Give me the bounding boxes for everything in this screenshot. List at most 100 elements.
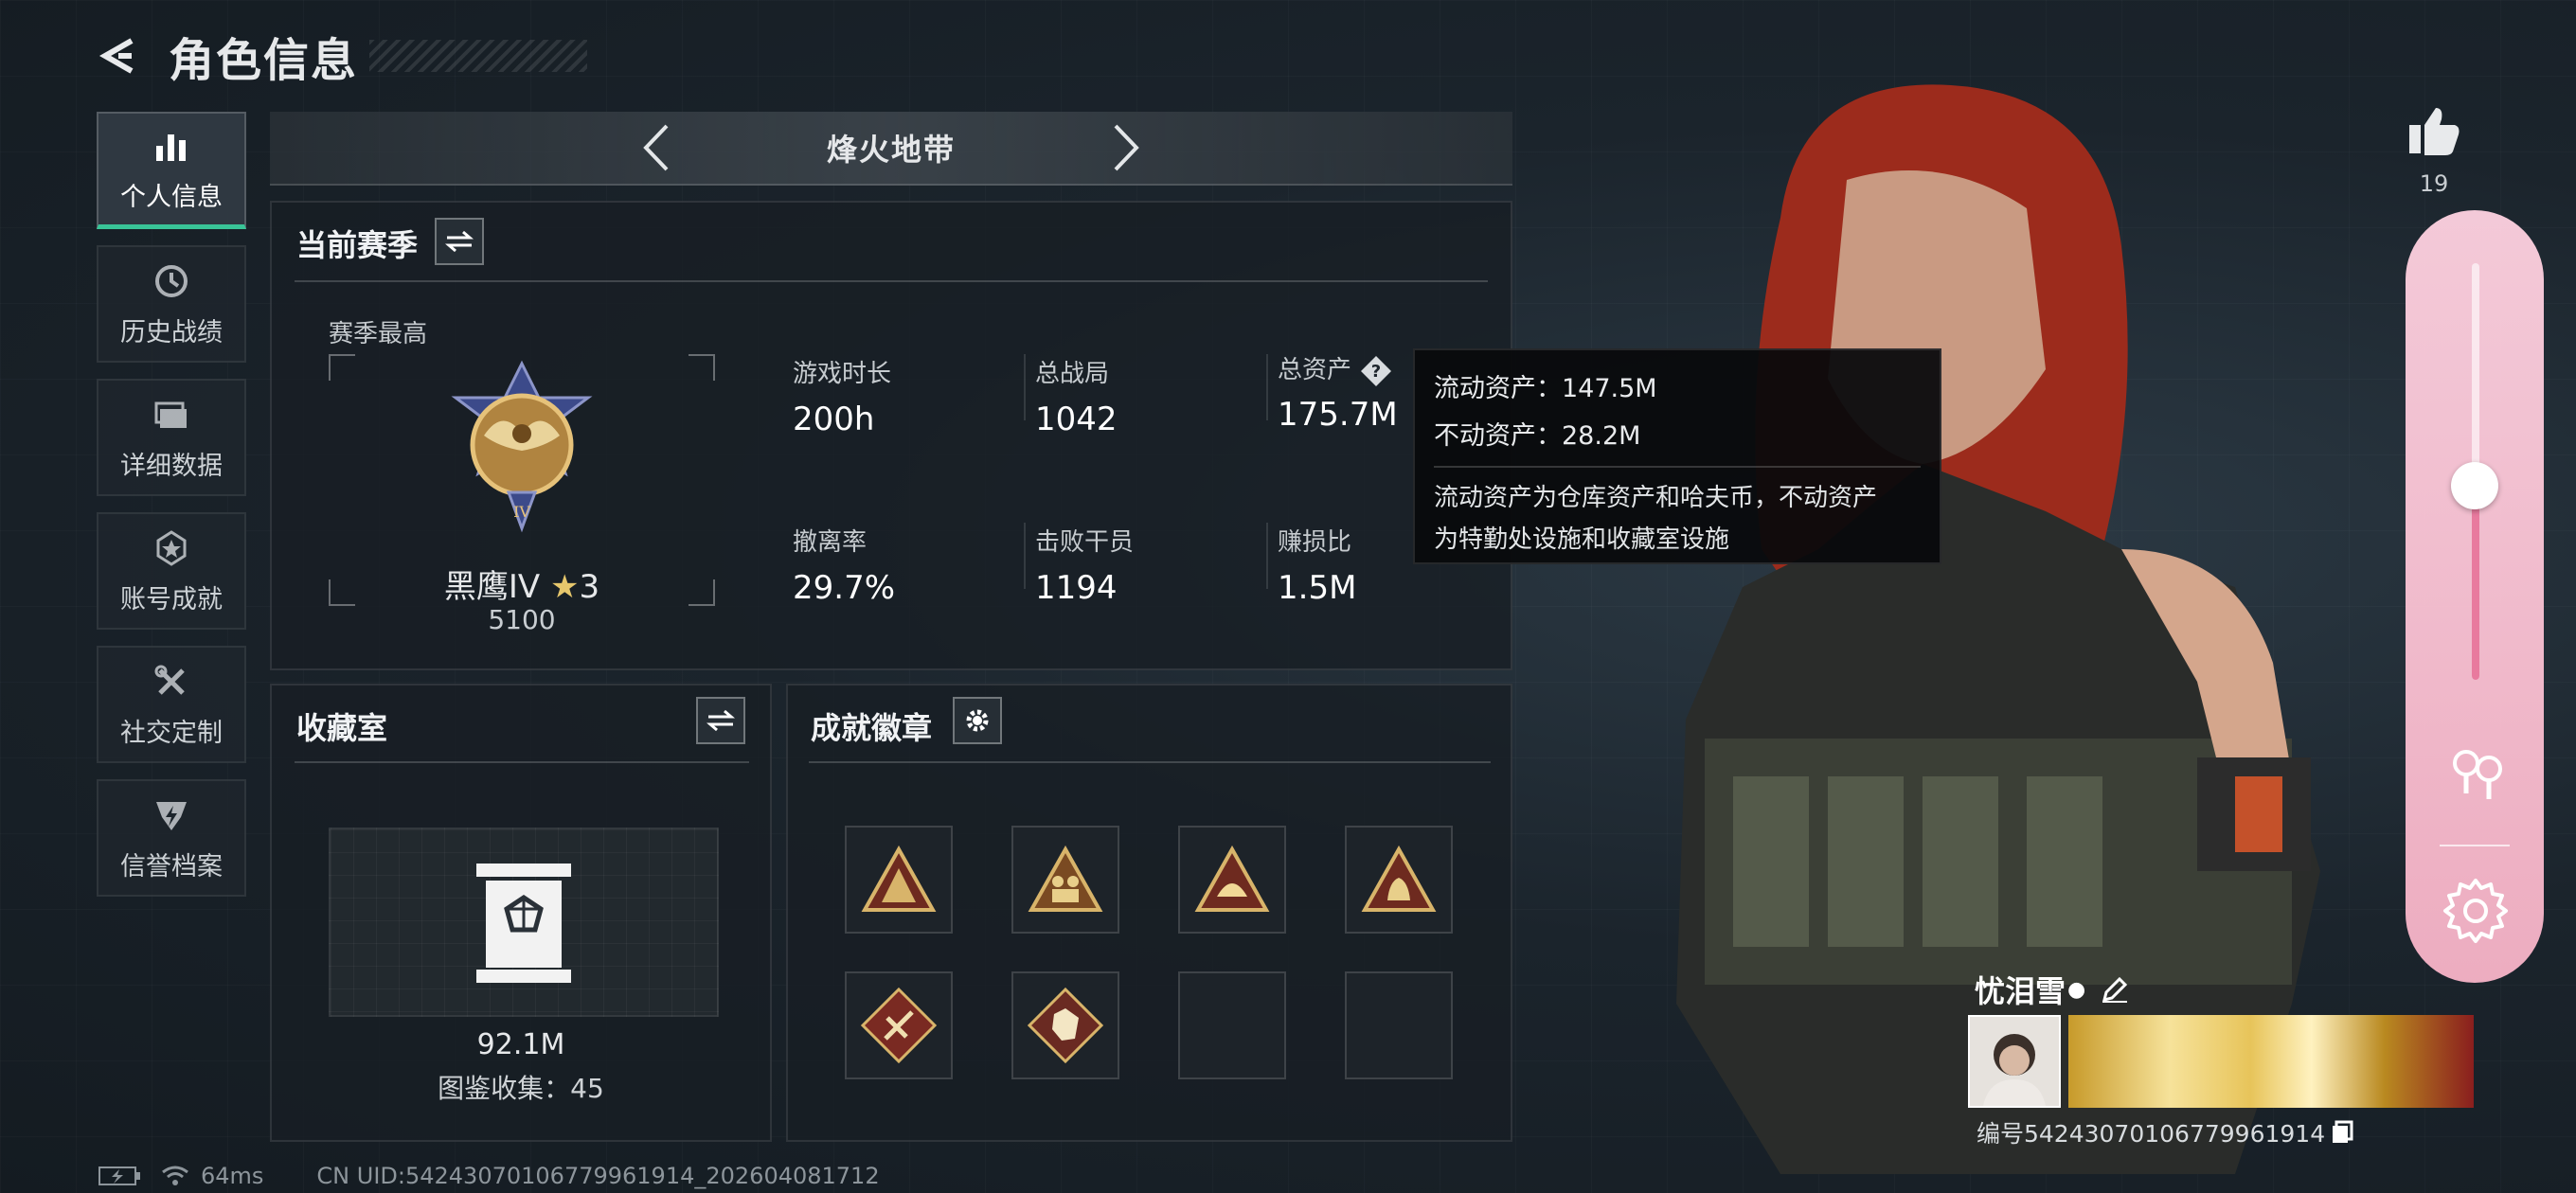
earbuds-icon[interactable] — [2443, 740, 2510, 807]
stat-kills: 击败干员 1194 — [1035, 523, 1134, 607]
swap-icon — [445, 230, 474, 253]
achievement-icon — [151, 527, 192, 569]
stat-label: 撤离率 — [793, 528, 868, 557]
rank-display: IV 黑鹰IV ★3 5100 — [329, 354, 715, 635]
svg-text:?: ? — [1371, 362, 1381, 382]
badge-beast-icon — [1027, 987, 1104, 1064]
frame-corner — [329, 354, 355, 381]
player-id: 编号54243070106779961914 — [1977, 1115, 2353, 1149]
stat-divider — [1024, 354, 1026, 420]
chevron-right-icon[interactable] — [1098, 119, 1154, 176]
stat-value: 200h — [793, 401, 875, 438]
copy-icon[interactable] — [2331, 1120, 2353, 1145]
badge-slot-empty[interactable] — [1178, 971, 1286, 1079]
settings-gear-icon[interactable] — [2442, 877, 2510, 945]
stat-divider — [1024, 523, 1026, 589]
status-bar: 64ms CN UID:54243070106779961914_2026040… — [98, 1163, 880, 1189]
collection-panel[interactable]: 收藏室 92.1M 图鉴收集：45 — [270, 684, 772, 1142]
badge-helmet-icon — [1194, 846, 1270, 912]
stat-extraction-rate: 撤离率 29.7% — [793, 523, 895, 607]
liquid-assets: 流动资产：147.5M — [1434, 374, 1657, 403]
collection-display — [329, 828, 719, 1017]
badge-weapon-icon — [860, 987, 938, 1064]
tooltip-divider — [1434, 466, 1921, 468]
folder-icon — [151, 394, 192, 436]
stat-label: 总战局 — [1035, 360, 1110, 388]
back-arrow-icon[interactable] — [95, 32, 142, 80]
divider — [295, 761, 749, 763]
thumbs-up-icon — [2409, 108, 2460, 155]
edit-pencil-icon[interactable] — [2101, 975, 2129, 1004]
star-icon: ★ — [549, 568, 580, 606]
zoom-slider-knob[interactable] — [2451, 462, 2498, 509]
swap-icon — [707, 709, 735, 732]
rank-score: 5100 — [488, 604, 556, 635]
swap-collection-button[interactable] — [696, 697, 745, 744]
bar-chart-icon — [151, 125, 192, 167]
nav-item-credit[interactable]: 信誉档案 — [97, 779, 246, 897]
rank-name: 黑鹰IV ★3 — [329, 561, 715, 607]
avatar[interactable] — [1968, 1015, 2061, 1108]
camera-control-panel — [2406, 210, 2544, 983]
mode-title: 烽火地带 — [826, 132, 956, 168]
side-nav: 个人信息 历史战绩 详细数据 账号成就 社交定制 信誉档案 — [97, 112, 250, 913]
svg-text:IV: IV — [513, 503, 530, 521]
help-icon[interactable]: ? — [1359, 354, 1393, 388]
stat-label: 游戏时长 — [793, 360, 892, 388]
nav-label: 个人信息 — [120, 183, 223, 212]
nav-item-achievements[interactable]: 账号成就 — [97, 512, 246, 630]
stat-label: 总资产 — [1278, 356, 1352, 384]
badge-slot[interactable] — [1178, 826, 1286, 934]
page-header: 角色信息 — [95, 23, 588, 89]
divider — [295, 280, 1488, 282]
badge-slot[interactable] — [1011, 971, 1119, 1079]
stat-value: 29.7% — [793, 569, 896, 607]
nav-item-detail-data[interactable]: 详细数据 — [97, 379, 246, 496]
status-dot-icon: ● — [2067, 977, 2086, 1002]
badge-soldiers-icon — [1028, 846, 1103, 912]
nav-label: 历史战绩 — [120, 317, 223, 347]
panel-divider — [2440, 845, 2510, 846]
season-best-label: 赛季最高 — [329, 320, 428, 348]
header-decoration — [369, 40, 588, 72]
badge-panel: 成就徽章 — [786, 684, 1512, 1142]
tooltip-note: 为特勤处设施和收藏室设施 — [1434, 525, 1730, 554]
nav-item-history[interactable]: 历史战绩 — [97, 245, 246, 363]
history-icon — [151, 260, 192, 302]
like-block[interactable]: 19 — [2396, 104, 2472, 197]
swap-season-button[interactable] — [435, 218, 484, 265]
player-id-text: 编号54243070106779961914 — [1977, 1120, 2326, 1148]
stat-total-matches: 总战局 1042 — [1035, 354, 1118, 438]
stat-value: 1194 — [1035, 569, 1118, 607]
fixed-assets: 不动资产：28.2M — [1434, 421, 1641, 451]
divider — [809, 761, 1491, 763]
rank-title: 黑鹰IV — [443, 568, 541, 606]
player-card[interactable] — [1968, 1015, 2474, 1108]
rank-emblem-icon: IV — [451, 360, 593, 533]
stat-play-time: 游戏时长 200h — [793, 354, 891, 438]
badge-slot[interactable] — [1011, 826, 1119, 934]
wifi-icon — [162, 1166, 188, 1185]
nav-label: 详细数据 — [120, 451, 223, 481]
collection-count: 图鉴收集：45 — [438, 1073, 604, 1104]
player-name-text: 忧泪雪 — [1975, 973, 2066, 1009]
ping-text: 64ms — [201, 1163, 264, 1189]
season-panel: 当前赛季 赛季最高 IV 黑鹰IV ★3 5100 游戏时长 200h 总战局 … — [270, 201, 1512, 670]
badge-slot-empty[interactable] — [1345, 971, 1453, 1079]
stat-total-assets: 总资产? 175.7M — [1278, 350, 1398, 434]
page-title: 角色信息 — [169, 34, 359, 87]
uid-text: CN UID:54243070106779961914_202604081712 — [316, 1163, 880, 1189]
mode-selector: 烽火地带 — [270, 112, 1512, 186]
badge-slot[interactable] — [1345, 826, 1453, 934]
stat-label: 赚损比 — [1278, 528, 1352, 557]
stat-divider — [1266, 523, 1268, 589]
nav-item-social[interactable]: 社交定制 — [97, 646, 246, 763]
chevron-left-icon[interactable] — [628, 119, 685, 176]
nav-item-personal-info[interactable]: 个人信息 — [97, 112, 246, 229]
like-count: 19 — [2419, 170, 2449, 197]
collection-value: 92.1M — [476, 1028, 565, 1061]
badge-slot[interactable] — [845, 826, 953, 934]
profile-banner[interactable] — [2068, 1015, 2474, 1108]
badge-settings-button[interactable] — [953, 697, 1002, 744]
badge-slot[interactable] — [845, 971, 953, 1079]
